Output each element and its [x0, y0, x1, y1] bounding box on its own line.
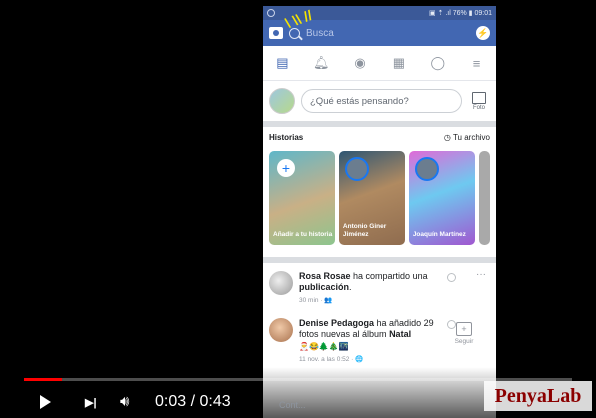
stories-title: Historias	[269, 133, 304, 142]
volume-icon[interactable]: 🔊︎	[120, 393, 129, 410]
watermark-logo: PenyaLab	[484, 381, 592, 411]
follow-icon: +	[456, 322, 472, 336]
progress-fill	[24, 378, 63, 381]
next-icon[interactable]: ▶|	[85, 396, 97, 409]
settings-icon	[267, 9, 275, 17]
search-input[interactable]: Busca	[306, 28, 470, 39]
composer-input[interactable]: ¿Qué estás pensando?	[301, 89, 462, 113]
story-card[interactable]: Antonio Giner Jiménez	[338, 151, 405, 245]
photo-label: Foto	[472, 104, 485, 111]
post-meta: 30 min · 👥	[299, 297, 333, 304]
avatar	[414, 157, 439, 181]
archive-link[interactable]: ◷ Tu archivo	[444, 133, 490, 142]
messenger-icon[interactable]: ⚡	[476, 26, 490, 40]
marketplace-icon[interactable]: ▦	[390, 55, 408, 71]
post-author[interactable]: Rosa Rosae	[299, 271, 351, 281]
post-composer: ¿Qué estás pensando? Foto	[263, 81, 496, 127]
add-story-icon: +	[277, 159, 295, 177]
story-card[interactable]: + Añadir a tu historia	[269, 151, 335, 245]
story-label: Joaquín Martínez	[412, 231, 466, 238]
groups-icon[interactable]: ◉	[351, 55, 369, 71]
follow-button[interactable]: + Seguir	[452, 322, 476, 345]
camera-icon[interactable]	[269, 27, 283, 39]
post-link[interactable]: Natal	[389, 329, 411, 339]
news-feed-icon[interactable]: ▤	[273, 55, 291, 71]
profile-icon[interactable]: ◯	[429, 55, 447, 71]
photo-icon	[472, 91, 486, 104]
menu-icon[interactable]: ≡	[468, 55, 486, 71]
post-meta: 11 nov. a las 0:52 · 🌐	[299, 356, 364, 363]
story-label: Antonio Giner Jiménez	[342, 223, 387, 238]
story-card[interactable]	[478, 151, 491, 245]
cont-text: Cont...	[279, 400, 306, 410]
follow-label: Seguir	[454, 338, 474, 345]
avatar[interactable]	[269, 88, 295, 114]
photo-button[interactable]: Foto	[468, 91, 490, 111]
post-author[interactable]: Denise Pedagoga	[299, 318, 374, 328]
feed-post: Rosa Rosae ha compartido una publicación…	[263, 263, 496, 310]
post-emojis: 🎅😂🌲🎄🌃	[299, 342, 349, 351]
more-icon[interactable]: ···	[476, 269, 486, 280]
nav-tabs: ▤ 🔔︎ ◉ ▦ ◯ ≡	[263, 46, 496, 81]
avatar[interactable]	[269, 318, 293, 342]
notifications-icon[interactable]: 🔔︎	[312, 55, 330, 71]
play-icon[interactable]	[40, 395, 51, 409]
avatar	[344, 157, 369, 181]
feed-post: Denise Pedagoga ha añadido 29 fotos nuev…	[263, 310, 496, 369]
post-text: ha compartido una	[350, 271, 428, 281]
avatar[interactable]	[269, 271, 293, 295]
story-card[interactable]: Joaquín Martínez	[408, 151, 475, 245]
story-label: Añadir a tu historia	[273, 231, 333, 238]
time-display: 0:03 / 0:43	[155, 393, 231, 410]
post-link[interactable]: publicación	[299, 282, 349, 292]
status-indicators: ▣ ⇡ .ıl 76% ▮ 09:01	[428, 10, 492, 17]
options-icon[interactable]	[447, 273, 456, 282]
stories-section: Historias ◷ Tu archivo + Añadir a tu his…	[263, 127, 496, 263]
phone-screen: ▣ ⇡ .ıl 76% ▮ 09:01 Busca ⚡ \ \\ // ▤ 🔔︎…	[263, 6, 496, 418]
